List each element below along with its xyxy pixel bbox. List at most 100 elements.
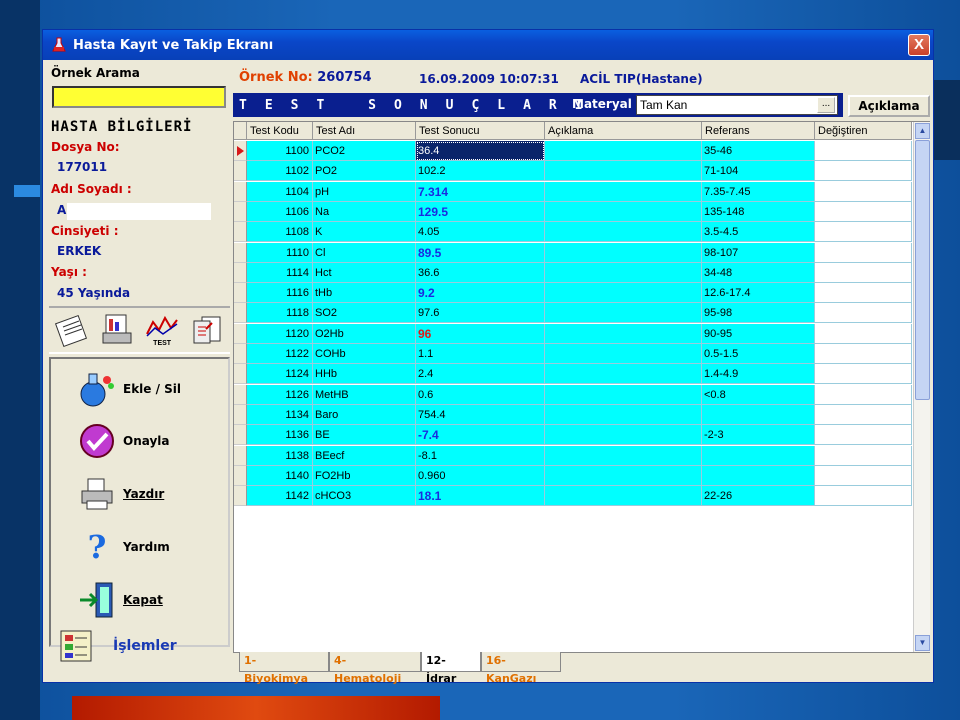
cell-modifier[interactable]	[815, 445, 912, 466]
cell-result[interactable]: 102.2	[416, 161, 545, 182]
vertical-scrollbar[interactable]: ▲ ▼	[913, 122, 930, 652]
cell-name[interactable]: Na	[313, 201, 416, 222]
cell-name[interactable]: FO2Hb	[313, 465, 416, 486]
table-row[interactable]: 1140 FO2Hb 0.960	[234, 465, 912, 486]
cell-reference[interactable]: 35-46	[702, 141, 815, 161]
row-indicator[interactable]	[234, 486, 247, 507]
row-indicator[interactable]	[234, 141, 247, 161]
row-indicator[interactable]	[234, 344, 247, 364]
cell-reference[interactable]: 71-104	[702, 161, 815, 182]
cell-modifier[interactable]	[815, 364, 912, 385]
cell-reference[interactable]: 95-98	[702, 303, 815, 324]
cell-modifier[interactable]	[815, 465, 912, 486]
material-browse-button[interactable]: ...	[817, 97, 835, 113]
cell-reference[interactable]: 135-148	[702, 201, 815, 222]
cell-code[interactable]: 1124	[247, 364, 313, 385]
cell-code[interactable]: 1120	[247, 323, 313, 344]
row-indicator[interactable]	[234, 201, 247, 222]
cell-code[interactable]: 1118	[247, 303, 313, 324]
cell-description[interactable]	[545, 404, 702, 425]
scroll-thumb[interactable]	[915, 140, 930, 400]
col-header-description[interactable]: Açıklama	[545, 122, 702, 140]
cell-result[interactable]: 36.4	[416, 141, 545, 161]
approve-button[interactable]: Onayla	[75, 421, 170, 461]
cell-name[interactable]: Cl	[313, 242, 416, 263]
cell-modifier[interactable]	[815, 323, 912, 344]
tab-biyokimya[interactable]: 1- Biyokimya	[239, 652, 329, 685]
print-button[interactable]: Yazdır	[75, 474, 164, 514]
table-row[interactable]: 1102 PO2 102.2 71-104	[234, 161, 912, 182]
scroll-up-button[interactable]: ▲	[915, 123, 930, 139]
close-button[interactable]: X	[908, 34, 930, 56]
cell-result[interactable]: 7.314	[416, 181, 545, 202]
cell-name[interactable]: HHb	[313, 364, 416, 385]
cell-result[interactable]: 4.05	[416, 222, 545, 243]
row-indicator[interactable]	[234, 384, 247, 405]
cell-result[interactable]: 0.6	[416, 384, 545, 405]
table-row[interactable]: 1100 PCO2 36.4 35-46	[234, 141, 912, 161]
row-indicator[interactable]	[234, 283, 247, 304]
cell-name[interactable]: SO2	[313, 303, 416, 324]
cell-result[interactable]: 1.1	[416, 344, 545, 364]
row-indicator[interactable]	[234, 181, 247, 202]
cell-code[interactable]: 1114	[247, 262, 313, 283]
cell-reference[interactable]: 1.4-4.9	[702, 364, 815, 385]
col-header-modifier[interactable]: Değiştiren	[815, 122, 912, 140]
table-row[interactable]: 1134 Baro 754.4	[234, 404, 912, 425]
search-input[interactable]	[52, 86, 226, 108]
cell-reference[interactable]: 0.5-1.5	[702, 344, 815, 364]
cell-code[interactable]: 1102	[247, 161, 313, 182]
add-remove-button[interactable]: Ekle / Sil	[75, 369, 181, 409]
tab-kangazi[interactable]: 16- KanGazı	[481, 652, 561, 685]
cell-result[interactable]: 96	[416, 323, 545, 344]
cell-description[interactable]	[545, 222, 702, 243]
table-row[interactable]: 1108 K 4.05 3.5-4.5	[234, 222, 912, 243]
cell-name[interactable]: Baro	[313, 404, 416, 425]
cell-modifier[interactable]	[815, 344, 912, 364]
table-row[interactable]: 1104 pH 7.314 7.35-7.45	[234, 181, 912, 202]
table-row[interactable]: 1124 HHb 2.4 1.4-4.9	[234, 364, 912, 385]
cell-description[interactable]	[545, 425, 702, 446]
cell-code[interactable]: 1116	[247, 283, 313, 304]
cell-description[interactable]	[545, 201, 702, 222]
cell-modifier[interactable]	[815, 384, 912, 405]
table-row[interactable]: 1106 Na 129.5 135-148	[234, 201, 912, 222]
table-row[interactable]: 1110 Cl 89.5 98-107	[234, 242, 912, 263]
cell-modifier[interactable]	[815, 141, 912, 161]
cell-result[interactable]: 2.4	[416, 364, 545, 385]
row-indicator[interactable]	[234, 364, 247, 385]
cell-code[interactable]: 1142	[247, 486, 313, 507]
print-chart-icon[interactable]	[99, 312, 135, 348]
cell-result[interactable]: 36.6	[416, 262, 545, 283]
col-header-result[interactable]: Test Sonucu	[416, 122, 545, 140]
material-field[interactable]: Tam Kan ...	[636, 95, 838, 115]
cell-name[interactable]: BEecf	[313, 445, 416, 466]
cell-modifier[interactable]	[815, 201, 912, 222]
cell-modifier[interactable]	[815, 404, 912, 425]
cell-description[interactable]	[545, 465, 702, 486]
tab-idrar[interactable]: 12- İdrar	[421, 652, 481, 685]
row-indicator[interactable]	[234, 303, 247, 324]
cell-description[interactable]	[545, 445, 702, 466]
cell-code[interactable]: 1100	[247, 141, 313, 161]
cell-description[interactable]	[545, 141, 702, 161]
cell-result[interactable]: 0.960	[416, 465, 545, 486]
table-row[interactable]: 1138 BEecf -8.1	[234, 445, 912, 466]
table-row[interactable]: 1118 SO2 97.6 95-98	[234, 303, 912, 324]
cell-description[interactable]	[545, 364, 702, 385]
table-row[interactable]: 1120 O2Hb 96 90-95	[234, 323, 912, 344]
help-button[interactable]: ? Yardım	[75, 527, 170, 567]
cell-code[interactable]: 1138	[247, 445, 313, 466]
cell-reference[interactable]	[702, 465, 815, 486]
cell-code[interactable]: 1126	[247, 384, 313, 405]
cell-description[interactable]	[545, 283, 702, 304]
cell-code[interactable]: 1106	[247, 201, 313, 222]
table-row[interactable]: 1116 tHb 9.2 12.6-17.4	[234, 283, 912, 304]
cell-name[interactable]: tHb	[313, 283, 416, 304]
cell-description[interactable]	[545, 384, 702, 405]
cell-reference[interactable]: 34-48	[702, 262, 815, 283]
cell-reference[interactable]: -2-3	[702, 425, 815, 446]
table-row[interactable]: 1114 Hct 36.6 34-48	[234, 262, 912, 283]
cell-description[interactable]	[545, 303, 702, 324]
row-indicator[interactable]	[234, 465, 247, 486]
